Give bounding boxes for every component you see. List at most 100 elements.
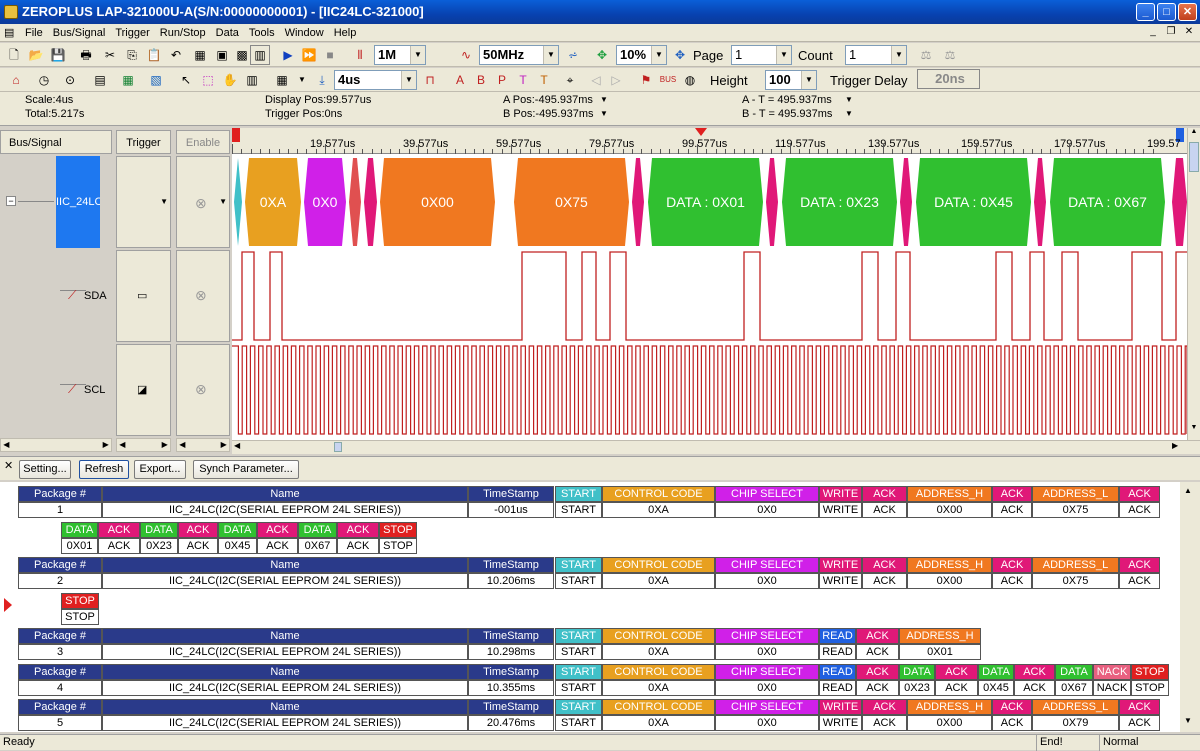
scale-select[interactable]: 4us ▼: [334, 70, 417, 90]
trigger-col-scrollbar[interactable]: ◀ ▶: [116, 438, 171, 452]
packet-header-cell[interactable]: Name: [102, 664, 468, 680]
packet-header-cell[interactable]: START: [555, 664, 602, 680]
packet-header-cell[interactable]: ACK: [856, 664, 899, 680]
packet-header-cell[interactable]: START: [555, 486, 602, 502]
packet-header-cell[interactable]: STOP: [379, 522, 417, 538]
packet-header-cell[interactable]: ADDRESS_L: [1032, 699, 1119, 715]
packet-header-cell[interactable]: ACK: [178, 522, 218, 538]
menu-run-stop[interactable]: Run/Stop: [155, 24, 211, 42]
bar-b-icon[interactable]: B: [471, 70, 491, 90]
collapse-icon[interactable]: −: [6, 196, 16, 206]
trigger-icon[interactable]: ⊙: [60, 70, 80, 90]
scroll-thumb[interactable]: [334, 442, 342, 452]
packet-value-cell[interactable]: WRITE: [819, 573, 862, 589]
bus-trigger-cell[interactable]: ▼: [116, 156, 171, 248]
packet-value-cell[interactable]: ACK: [1119, 573, 1160, 589]
packet-header-cell[interactable]: DATA: [140, 522, 178, 538]
sda-label[interactable]: SDA: [84, 290, 107, 302]
packet-value-cell[interactable]: 1: [18, 502, 102, 518]
bus-name[interactable]: IIC_24LC(I2: [56, 156, 100, 248]
packet-value-cell[interactable]: ACK: [992, 573, 1032, 589]
packet-value-cell[interactable]: IIC_24LC(I2C(SERIAL EEPROM 24L SERIES)): [102, 680, 468, 696]
col-bus-signal[interactable]: Bus/Signal: [0, 130, 112, 154]
packet-header-cell[interactable]: ACK: [992, 699, 1032, 715]
packet-value-cell[interactable]: ACK: [992, 502, 1032, 518]
packet-header-cell[interactable]: WRITE: [819, 557, 862, 573]
copy-icon[interactable]: ⎘: [122, 45, 142, 65]
packet-value-cell[interactable]: 0X67: [1055, 680, 1093, 696]
packet-list-scrollbar[interactable]: ▲ ▼: [1180, 482, 1200, 732]
scroll-down-icon[interactable]: ▼: [1189, 424, 1199, 436]
packet-value-cell[interactable]: ACK: [935, 680, 978, 696]
page-select[interactable]: 1 ▼: [731, 45, 792, 65]
packet-header-cell[interactable]: CHIP SELECT: [715, 628, 819, 644]
palette-icon[interactable]: ◍: [680, 70, 700, 90]
close-panel-icon[interactable]: ✕: [4, 459, 13, 472]
bus-col-scrollbar[interactable]: ◀ ▶: [0, 438, 112, 452]
packet-header-cell[interactable]: START: [555, 557, 602, 573]
packet-value-cell[interactable]: STOP: [61, 609, 99, 625]
packet-header-cell[interactable]: ACK: [1014, 664, 1055, 680]
packet-header-cell[interactable]: ACK: [856, 628, 899, 644]
packet-value-cell[interactable]: READ: [819, 680, 856, 696]
packet-header-cell[interactable]: ADDRESS_L: [1032, 557, 1119, 573]
packet-header-cell[interactable]: STOP: [1131, 664, 1169, 680]
packet-header-cell[interactable]: CONTROL CODE: [602, 664, 715, 680]
packet-header-cell[interactable]: START: [555, 628, 602, 644]
enable-col-scrollbar[interactable]: ◀ ▶: [176, 438, 230, 452]
a-minus-t-readout[interactable]: A - T = 495.937ms: [742, 93, 832, 107]
packet-value-cell[interactable]: NACK: [1093, 680, 1131, 696]
packet-value-cell[interactable]: 0X0: [715, 573, 819, 589]
packet-value-cell[interactable]: WRITE: [819, 502, 862, 518]
packet-value-cell[interactable]: 0XA: [602, 502, 715, 518]
packet-value-cell[interactable]: ACK: [862, 573, 907, 589]
chevron-down-icon[interactable]: ▼: [600, 107, 608, 121]
packet-value-cell[interactable]: 0X00: [907, 715, 992, 731]
memory-icon[interactable]: ▦: [190, 45, 210, 65]
packet-header-cell[interactable]: DATA: [298, 522, 337, 538]
menu-help[interactable]: Help: [329, 24, 362, 42]
packet-header-cell[interactable]: DATA: [1055, 664, 1093, 680]
pointer-icon[interactable]: ↖: [176, 70, 196, 90]
packet-header-cell[interactable]: ACK: [1119, 699, 1160, 715]
packet-value-cell[interactable]: 0XA: [602, 573, 715, 589]
packet-header-cell[interactable]: Name: [102, 628, 468, 644]
col-trigger[interactable]: Trigger: [116, 130, 171, 154]
zoom-fit-icon[interactable]: ✥: [592, 45, 612, 65]
a-pos-readout[interactable]: A Pos:-495.937ms: [503, 93, 593, 107]
paste-icon[interactable]: 📋: [144, 45, 164, 65]
packet-list[interactable]: Package #1 Name IIC_24LC(I2C(SERIAL EEPROM…: [18, 482, 1180, 732]
menu-trigger[interactable]: Trigger: [110, 24, 154, 42]
packet-header-cell[interactable]: Name: [102, 486, 468, 502]
packet-value-cell[interactable]: 0X79: [1032, 715, 1119, 731]
packet-header-cell[interactable]: DATA: [61, 522, 98, 538]
run-icon[interactable]: ▶: [278, 45, 298, 65]
packet-value-cell[interactable]: START: [555, 680, 602, 696]
count-select[interactable]: 1 ▼: [845, 45, 907, 65]
packet-value-cell[interactable]: 0X75: [1032, 502, 1119, 518]
menu-bus-signal[interactable]: Bus/Signal: [48, 24, 111, 42]
packet-header-cell[interactable]: ACK: [992, 486, 1032, 502]
packet-header-cell[interactable]: ACK: [862, 486, 907, 502]
packet-value-cell[interactable]: 0X45: [218, 538, 257, 554]
binoculars-icon[interactable]: ⌖: [560, 70, 580, 90]
minimize-button[interactable]: _: [1136, 3, 1155, 21]
packet-value-cell[interactable]: 20.476ms: [468, 715, 554, 731]
doc-icon[interactable]: ▤: [0, 24, 20, 42]
packet-value-cell[interactable]: 0X23: [140, 538, 178, 554]
chevron-down-icon[interactable]: ▼: [845, 107, 853, 121]
scroll-thumb[interactable]: [1189, 142, 1199, 172]
packet-header-cell[interactable]: START: [555, 699, 602, 715]
scroll-up-icon[interactable]: ▲: [1189, 128, 1199, 140]
bus-enable-cell[interactable]: ⊗ ▼: [176, 156, 230, 248]
scroll-left-icon[interactable]: ◀: [234, 441, 240, 450]
cut-icon[interactable]: ✂: [100, 45, 120, 65]
packet-header-cell[interactable]: READ: [819, 628, 856, 644]
packet-header-cell[interactable]: ACK: [935, 664, 978, 680]
bar-p-icon[interactable]: P: [492, 70, 512, 90]
packet-header-cell[interactable]: Name: [102, 557, 468, 573]
b-pos-readout[interactable]: B Pos:-495.937ms: [503, 107, 594, 121]
scl-enable-cell[interactable]: ⊗: [176, 344, 230, 436]
packet-value-cell[interactable]: START: [555, 715, 602, 731]
bus-row[interactable]: − IIC_24LC(I2: [0, 156, 112, 248]
